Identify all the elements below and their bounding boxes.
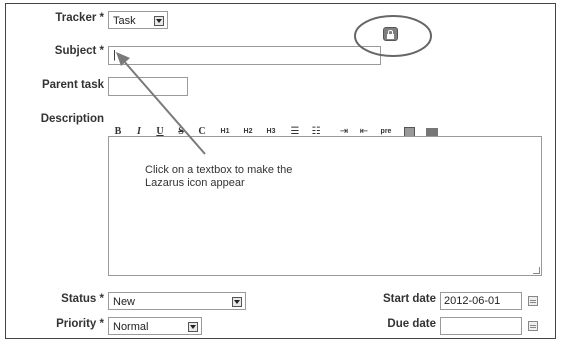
- due-date-label: Due date: [387, 318, 436, 330]
- chevron-down-icon: [188, 322, 198, 332]
- chevron-down-icon: [232, 297, 242, 307]
- due-date-input[interactable]: [440, 317, 522, 335]
- priority-select[interactable]: Normal: [108, 317, 202, 335]
- parent-task-input[interactable]: [108, 77, 188, 96]
- tracker-select[interactable]: Task: [108, 11, 168, 29]
- subject-label: Subject *: [54, 45, 104, 57]
- description-label: Description: [40, 113, 104, 125]
- start-date-input[interactable]: 2012-06-01: [440, 292, 522, 310]
- tracker-value: Task: [113, 15, 136, 27]
- subject-cursor: |: [113, 49, 116, 61]
- start-date-label: Start date: [382, 293, 436, 305]
- annotation-text: Click on a textbox to make the Lazarus i…: [145, 164, 293, 189]
- tracker-label: Tracker *: [55, 12, 104, 24]
- resize-handle-icon[interactable]: [533, 267, 540, 274]
- subject-input[interactable]: |: [108, 46, 381, 65]
- status-select[interactable]: New: [108, 292, 246, 310]
- issue-form: Tracker * Task Subject * | Parent task D…: [5, 3, 556, 339]
- description-textarea[interactable]: Click on a textbox to make the Lazarus i…: [108, 136, 542, 276]
- priority-label: Priority *: [56, 318, 104, 330]
- lazarus-icon[interactable]: [383, 27, 398, 41]
- status-label: Status *: [61, 293, 104, 305]
- calendar-icon[interactable]: [528, 321, 538, 331]
- parent-task-label: Parent task: [41, 79, 104, 91]
- calendar-icon[interactable]: [528, 296, 538, 306]
- chevron-down-icon: [154, 16, 164, 26]
